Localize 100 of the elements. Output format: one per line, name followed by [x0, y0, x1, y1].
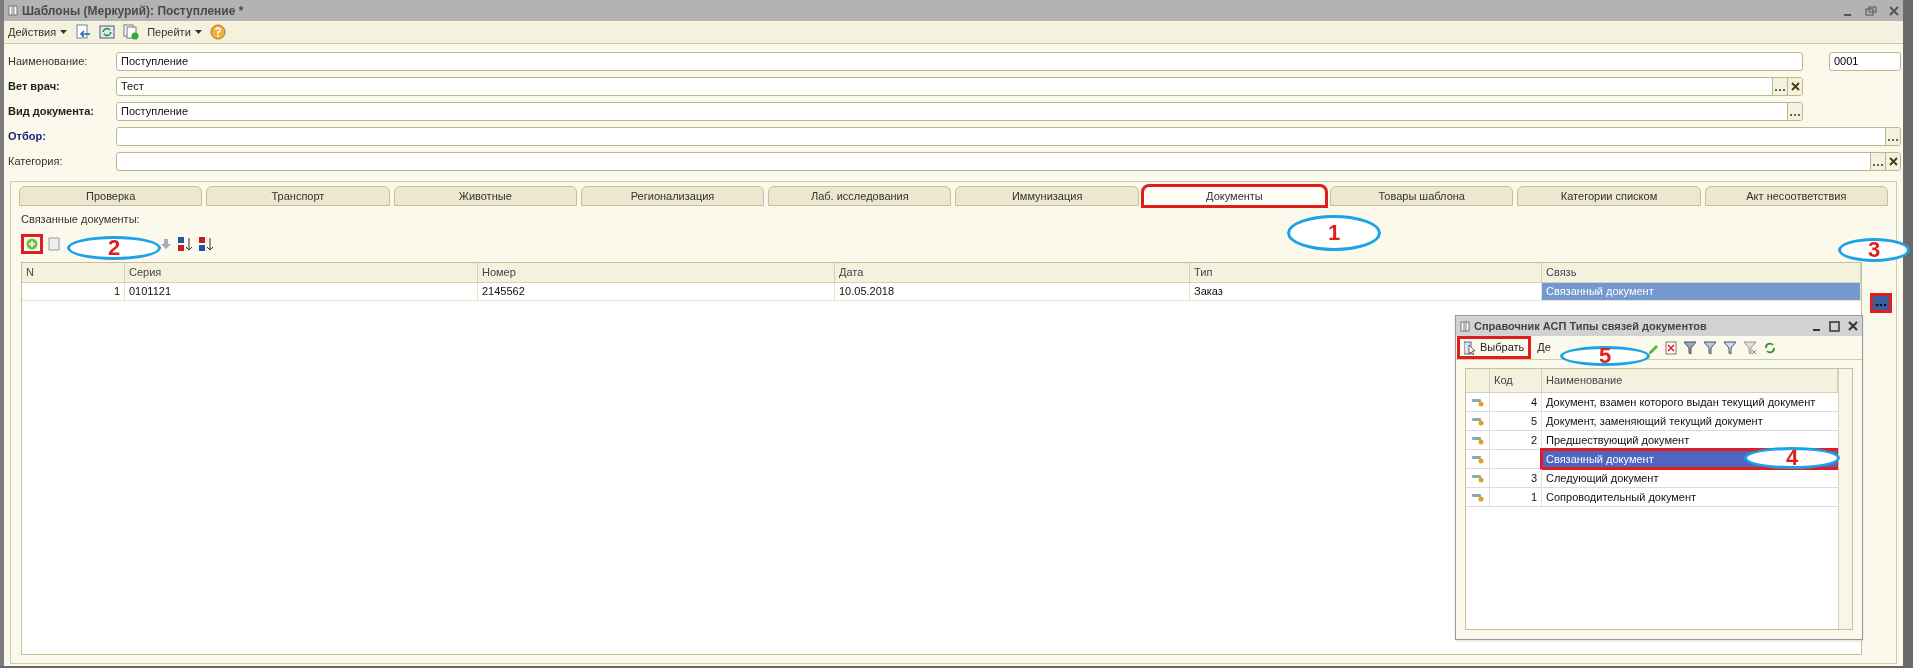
column-header[interactable]: Тип [1190, 262, 1542, 282]
callout-ellipse: 5 [1560, 346, 1650, 366]
table-cell: 2145562 [478, 282, 835, 300]
select-value-button[interactable] [1870, 293, 1892, 313]
text-field[interactable] [116, 127, 1901, 146]
maximize-icon[interactable] [1829, 320, 1840, 332]
list-row[interactable]: 5 Документ, заменяющий текущий документ [1466, 412, 1838, 431]
table-cell: 0101121 [125, 282, 478, 300]
tab[interactable]: Транспорт [206, 186, 390, 206]
close-icon [1888, 157, 1898, 166]
dots-icon [1774, 88, 1786, 92]
clear-button[interactable] [1885, 153, 1900, 170]
name-cell-text: Предшествующий документ [1545, 432, 1691, 448]
dots-icon [1887, 138, 1899, 142]
tab[interactable]: Документы [1142, 186, 1327, 206]
window-icon [8, 5, 18, 16]
field-label: Категория: [8, 154, 64, 170]
code-field[interactable]: 0001 [1829, 52, 1901, 71]
help-icon[interactable] [209, 24, 226, 40]
name-cell-text: Документ, заменяющий текущий документ [1545, 413, 1764, 429]
select-button[interactable] [1885, 128, 1900, 145]
document-arrow-icon[interactable] [75, 24, 92, 40]
name-cell-text: Следующий документ [1545, 470, 1660, 486]
tab[interactable]: Товары шаблона [1330, 186, 1514, 206]
scrollbar[interactable] [1838, 369, 1852, 629]
tab[interactable]: Категории списком [1517, 186, 1701, 206]
column-header[interactable]: Серия [125, 262, 478, 282]
filter-icon[interactable] [1702, 340, 1717, 355]
section-label: Связанные документы: [21, 212, 141, 227]
caret-icon [60, 30, 68, 34]
sort-ascending-icon[interactable] [177, 235, 193, 252]
add-button[interactable] [21, 233, 43, 254]
code-cell: 3 [1490, 469, 1542, 487]
dots-icon [1872, 163, 1884, 167]
dots-icon [1875, 303, 1887, 307]
callout-ellipse: 3 [1838, 238, 1910, 262]
tab[interactable]: Лаб. исследования [768, 186, 952, 206]
clear-button[interactable] [1787, 78, 1802, 95]
tab[interactable]: Проверка [19, 186, 203, 206]
field-label: Вид документа: [8, 104, 95, 120]
select-button[interactable] [1787, 103, 1802, 120]
callout-ellipse: 2 [67, 236, 161, 260]
tab[interactable]: Животные [393, 186, 577, 206]
callout-ellipse: 1 [1287, 215, 1381, 251]
window-icon [1460, 320, 1470, 332]
field-label: Наименование: [8, 54, 89, 70]
table-cell: 1 [22, 282, 125, 300]
refresh-icon[interactable] [1762, 340, 1777, 355]
column-header[interactable]: Связь [1542, 262, 1861, 282]
text-field[interactable]: Поступление [116, 102, 1803, 121]
refresh-icon[interactable] [99, 24, 116, 40]
filter-icon[interactable] [1722, 340, 1737, 355]
sort-descending-icon[interactable] [198, 235, 214, 252]
close-icon[interactable] [1848, 321, 1858, 331]
item-icon [1471, 492, 1484, 502]
tab[interactable]: Регионализация [580, 186, 765, 206]
list-row[interactable]: 3 Следующий документ [1466, 469, 1838, 488]
column-header[interactable]: Номер [478, 262, 835, 282]
text-field[interactable]: Поступление [116, 52, 1803, 71]
text-field[interactable]: Тест [116, 77, 1803, 96]
item-icon [1471, 397, 1484, 407]
name-cell-text: Сопроводительный документ [1545, 489, 1698, 505]
table-cell: 10.05.2018 [835, 282, 1190, 300]
dialog-title: Справочник АСП Типы связей документов [1474, 318, 1707, 334]
cursor-list-icon [1464, 340, 1476, 355]
goto-menu[interactable]: Перейти [147, 23, 202, 41]
tab[interactable]: Акт несоответствия [1704, 186, 1888, 206]
filter-clear-icon[interactable] [1742, 340, 1757, 355]
list-row[interactable]: 1 Сопроводительный документ [1466, 488, 1838, 507]
name-cell-text: Документ, взамен которого выдан текущий документ [1545, 394, 1817, 410]
dots-icon [1789, 113, 1801, 117]
field-label: Отбор: [8, 129, 47, 145]
code-cell: 5 [1490, 412, 1542, 430]
code-cell: 1 [1490, 488, 1542, 506]
column-header[interactable]: Код [1490, 369, 1542, 392]
delete-icon[interactable] [1664, 340, 1677, 355]
close-icon[interactable] [1889, 5, 1899, 16]
item-icon [1471, 435, 1484, 445]
filter-icon[interactable] [1682, 340, 1697, 355]
add-icon [26, 237, 38, 250]
select-button[interactable] [1870, 153, 1885, 170]
actions-menu[interactable]: Де [1537, 339, 1551, 356]
list-row[interactable]: 4 Документ, взамен которого выдан текущий документ [1466, 393, 1838, 412]
restore-icon[interactable] [1865, 5, 1877, 16]
item-icon [1471, 454, 1484, 464]
actions-menu[interactable]: Действия [8, 23, 68, 41]
close-icon [1790, 82, 1800, 91]
field-label: Вет врач: [8, 79, 61, 95]
column-header[interactable]: Дата [835, 262, 1190, 282]
select-button[interactable] [1772, 78, 1787, 95]
text-field[interactable] [116, 152, 1901, 171]
column-header[interactable]: N [22, 262, 125, 282]
copy-add-icon[interactable] [123, 24, 140, 40]
choose-button[interactable]: Выбрать [1457, 336, 1532, 359]
window-title: Шаблоны (Меркурий): Поступление * [22, 2, 244, 20]
caret-icon [194, 30, 202, 34]
tab[interactable]: Иммунизация [955, 186, 1139, 206]
item-icon [1471, 473, 1484, 483]
item-icon [1471, 416, 1484, 426]
code-cell: 4 [1490, 393, 1542, 411]
